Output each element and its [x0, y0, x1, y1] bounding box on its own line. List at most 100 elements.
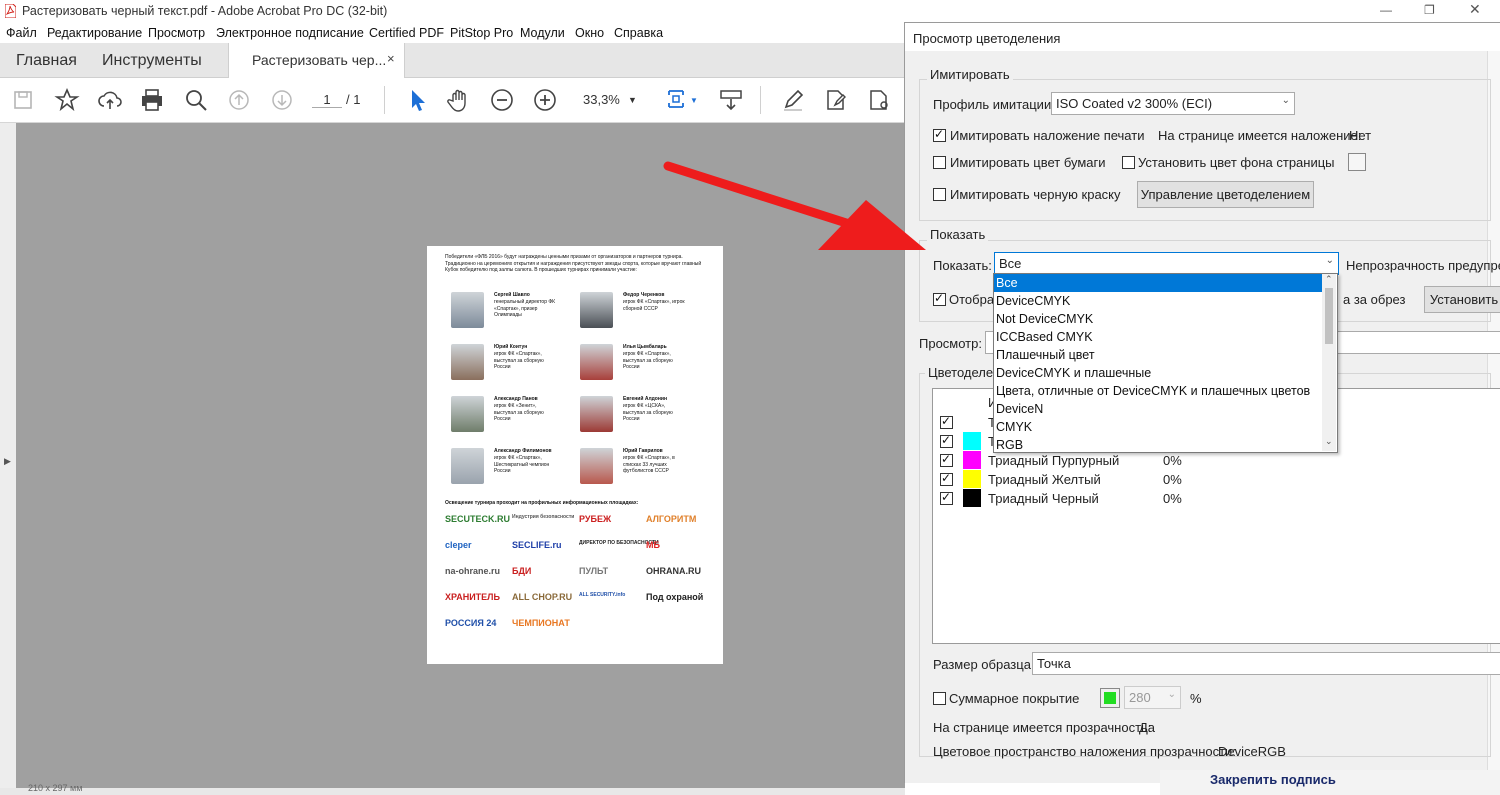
expand-panel-icon[interactable]: ▶ — [4, 456, 11, 467]
coverage-value-spinner[interactable]: 280 ⌄ — [1124, 686, 1181, 709]
restore-icon[interactable]: ❐ — [1424, 3, 1435, 17]
media-logo: ПУЛЬТ — [579, 566, 609, 576]
transparency-value: Да — [1139, 720, 1156, 735]
coverage-color-picker[interactable] — [1100, 688, 1120, 708]
coverage-percent: % — [1190, 691, 1202, 706]
toolbar-divider — [384, 86, 385, 114]
separation-checkbox[interactable] — [940, 433, 953, 448]
media-logo: ХРАНИТЕЛЬ — [445, 592, 500, 602]
save-icon[interactable] — [10, 87, 36, 113]
sample-size-select[interactable]: Точка — [1032, 652, 1500, 675]
background-color-swatch[interactable] — [1348, 153, 1366, 171]
dropdown-option[interactable]: CMYK — [994, 418, 1324, 436]
player-photo — [580, 292, 613, 328]
scroll-up-icon[interactable]: ⌃ — [1325, 274, 1333, 285]
separation-checkbox[interactable] — [940, 490, 953, 505]
simulate-black-checkbox[interactable] — [933, 188, 946, 201]
total-coverage-label: Суммарное покрытие — [949, 691, 1080, 706]
player-description: игрок ФК «Спартак», игрок сборной СССР — [623, 299, 685, 312]
dropdown-option[interactable]: DeviceN — [994, 400, 1324, 418]
dropdown-option[interactable]: Not DeviceCMYK — [994, 310, 1324, 328]
tab-document[interactable]: Растеризовать чер... × — [228, 43, 405, 78]
menu-view[interactable]: Просмотр — [148, 26, 205, 40]
media-logo: АЛГОРИТМ — [646, 514, 697, 524]
hand-tool-icon[interactable] — [446, 87, 472, 113]
separation-checkbox[interactable] — [940, 471, 953, 486]
show-value: Все — [999, 256, 1022, 271]
scroll-thumb[interactable] — [1325, 288, 1333, 344]
dropdown-option[interactable]: RGB — [994, 436, 1324, 454]
bookmark-star-icon[interactable] — [54, 87, 80, 113]
sample-size-value: Точка — [1037, 656, 1071, 671]
background-panel: Закрепить подпись — [1160, 770, 1500, 795]
tab-home[interactable]: Главная — [16, 52, 77, 70]
player-name: Юрий Гаврилов — [623, 448, 663, 454]
menu-help[interactable]: Справка — [614, 26, 663, 40]
tab-tools[interactable]: Инструменты — [102, 52, 202, 70]
chevron-down-icon: ⌄ — [1167, 689, 1176, 700]
menu-edit[interactable]: Редактирование — [47, 26, 142, 40]
prev-page-icon[interactable] — [226, 87, 252, 113]
menu-pitstop-pro[interactable]: PitStop Pro — [450, 26, 513, 40]
manage-separations-button[interactable]: Управление цветоделением — [1137, 181, 1314, 208]
menu-e-sign[interactable]: Электронное подписание — [216, 26, 364, 40]
set-button[interactable]: Установить — [1424, 286, 1500, 313]
close-window-icon[interactable]: ✕ — [1469, 1, 1481, 18]
menu-plugins[interactable]: Модули — [520, 26, 565, 40]
opacity-warning-label: Непрозрачность предупреж — [1346, 258, 1500, 273]
player-name: Юрий Коитун — [494, 344, 528, 350]
simulate-paper-checkbox[interactable] — [933, 156, 946, 169]
coverage-color-swatch — [1104, 692, 1116, 704]
edit-document-icon[interactable] — [823, 87, 849, 113]
coverage-value: 280 — [1129, 690, 1151, 705]
dropdown-scrollbar[interactable]: ⌃ ⌄ — [1322, 274, 1336, 451]
print-icon[interactable] — [139, 87, 165, 113]
profile-select[interactable]: ISO Coated v2 300% (ECI) ⌄ — [1051, 92, 1295, 115]
zoom-level[interactable]: 33,3% — [583, 92, 620, 107]
dropdown-option[interactable]: DeviceCMYK — [994, 292, 1324, 310]
page-view-icon[interactable] — [665, 87, 691, 113]
close-tab-icon[interactable]: × — [387, 51, 395, 66]
title-bar: Растеризовать черный текст.pdf - Adobe A… — [0, 0, 1500, 22]
zoom-dropdown-icon[interactable]: ▼ — [628, 95, 637, 105]
menu-window[interactable]: Окно — [575, 26, 604, 40]
show-dropdown-list[interactable]: Все DeviceCMYK Not DeviceCMYK ICCBased CMYK… — [993, 273, 1338, 453]
select-cursor-icon[interactable] — [404, 87, 430, 113]
show-select[interactable]: Все ⌄ — [994, 252, 1339, 275]
next-page-icon[interactable] — [269, 87, 295, 113]
toolbar: 1 / 1 33,3% ▼ ▼ — [0, 78, 905, 123]
separation-checkbox[interactable] — [940, 452, 953, 467]
media-logo: БДИ — [512, 566, 532, 576]
search-zoom-icon[interactable] — [183, 87, 209, 113]
minimize-icon[interactable]: — — [1380, 3, 1392, 17]
dropdown-option[interactable]: DeviceCMYK и плашечные — [994, 364, 1324, 382]
separation-color-swatch — [963, 451, 981, 469]
page-background-label: Установить цвет фона страницы — [1138, 155, 1335, 170]
menu-file[interactable]: Файл — [6, 26, 37, 40]
highlight-pen-icon[interactable] — [780, 87, 806, 113]
upload-cloud-icon[interactable] — [97, 87, 123, 113]
scroll-down-icon[interactable]: ⌄ — [1325, 436, 1333, 447]
player-name: Александр Панов — [494, 396, 538, 402]
page-number-input[interactable]: 1 — [312, 92, 342, 108]
scroll-mode-icon[interactable] — [718, 87, 744, 113]
menu-certified-pdf[interactable]: Certified PDF — [369, 26, 444, 40]
show-group-title: Показать — [927, 227, 989, 242]
dropdown-option[interactable]: Плашечный цвет — [994, 346, 1324, 364]
total-coverage-checkbox[interactable] — [933, 692, 946, 705]
dropdown-option[interactable]: ICCBased CMYK — [994, 328, 1324, 346]
zoom-out-icon[interactable] — [489, 87, 515, 113]
fill-sign-icon[interactable] — [866, 87, 892, 113]
zoom-in-icon[interactable] — [532, 87, 558, 113]
dropdown-option[interactable]: Все — [994, 274, 1324, 292]
player-photo — [451, 396, 484, 432]
media-logo: Под охраной — [646, 592, 704, 602]
dropdown-option[interactable]: Цвета, отличные от DeviceCMYK и плашечны… — [994, 382, 1324, 400]
separation-checkbox[interactable] — [940, 414, 953, 429]
page-background-checkbox[interactable] — [1122, 156, 1135, 169]
page-view-dropdown-icon[interactable]: ▼ — [690, 96, 698, 105]
simulate-overprint-checkbox[interactable] — [933, 127, 946, 142]
separation-name: Триадный Желтый — [988, 472, 1101, 487]
player-name: Евгений Алдонин — [623, 396, 667, 402]
display-checkbox[interactable] — [933, 291, 946, 306]
